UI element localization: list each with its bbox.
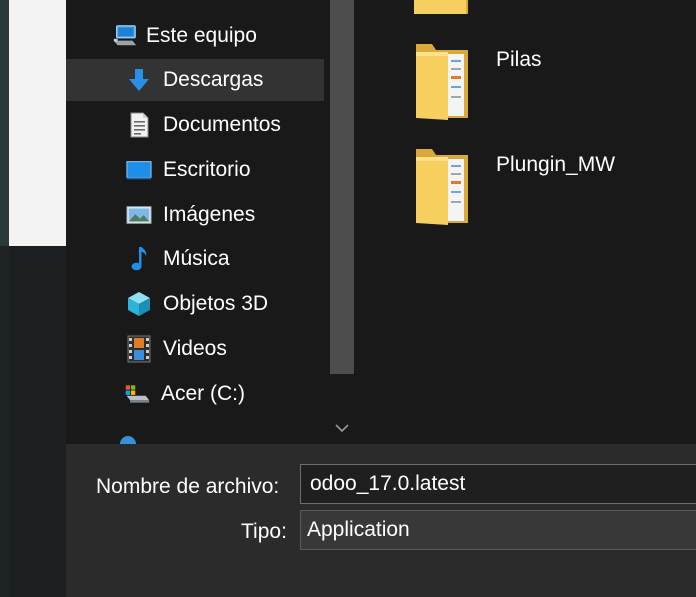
drive-icon (124, 381, 150, 407)
cube-3d-icon (126, 291, 152, 317)
download-arrow-icon (126, 67, 152, 93)
nav-item-label: Objetos 3D (163, 292, 269, 315)
save-dialog-footer: Nombre de archivo: odoo_17.0.latest Tipo… (66, 444, 696, 597)
folder-name: Plungin_MW (496, 153, 616, 176)
folder-name: Pilas (496, 48, 542, 71)
nav-scrollbar-thumb[interactable] (330, 0, 354, 374)
nav-item-label: Acer (C:) (161, 382, 245, 405)
nav-item-label: Documentos (163, 113, 281, 136)
nav-item-label: Descargas (163, 68, 264, 91)
background-window-edge (0, 0, 9, 246)
folder-item-plungin-mw[interactable]: Plungin_MW (412, 147, 615, 227)
file-list-pane: Pilas Plungin_MW (358, 0, 696, 444)
desktop-icon (126, 157, 152, 183)
nav-item-label: Videos (163, 337, 227, 360)
type-select[interactable]: Application (300, 510, 696, 550)
scroll-down-chevron-icon[interactable] (330, 416, 354, 440)
film-strip-icon (126, 335, 152, 363)
nav-item-documentos[interactable]: Documentos (66, 104, 324, 146)
nav-item-label: Este equipo (146, 24, 257, 47)
folder-item-pilas[interactable]: Pilas (412, 42, 542, 122)
folder-icon (412, 42, 472, 122)
computer-icon (112, 23, 138, 49)
folder-icon (412, 147, 472, 227)
background-window-edge-lower (0, 246, 9, 597)
folder-icon[interactable] (412, 0, 470, 16)
nav-item-imagenes[interactable]: Imágenes (66, 194, 324, 236)
document-icon (126, 112, 152, 138)
filename-label: Nombre de archivo: (96, 475, 280, 498)
nav-item-label: Escritorio (163, 158, 251, 181)
nav-item-escritorio[interactable]: Escritorio (66, 149, 324, 191)
music-note-icon (126, 246, 152, 272)
type-label: Tipo: (241, 520, 287, 543)
nav-item-videos[interactable]: Videos (66, 328, 324, 370)
nav-item-label: Música (163, 247, 230, 270)
nav-item-musica[interactable]: Música (66, 238, 324, 280)
nav-item-este-equipo[interactable]: Este equipo (66, 15, 324, 57)
navigation-pane: Este equipo Descargas Documentos Escrito… (66, 0, 358, 444)
nav-item-acer-c[interactable]: Acer (C:) (66, 373, 324, 415)
network-icon (118, 434, 138, 444)
background-window-light (0, 0, 66, 246)
filename-input[interactable]: odoo_17.0.latest (300, 464, 696, 504)
nav-item-descargas[interactable]: Descargas (66, 59, 324, 101)
nav-item-objetos-3d[interactable]: Objetos 3D (66, 283, 324, 325)
pictures-icon (126, 202, 152, 228)
background-window-dark (0, 246, 66, 597)
nav-item-label: Imágenes (163, 203, 256, 226)
